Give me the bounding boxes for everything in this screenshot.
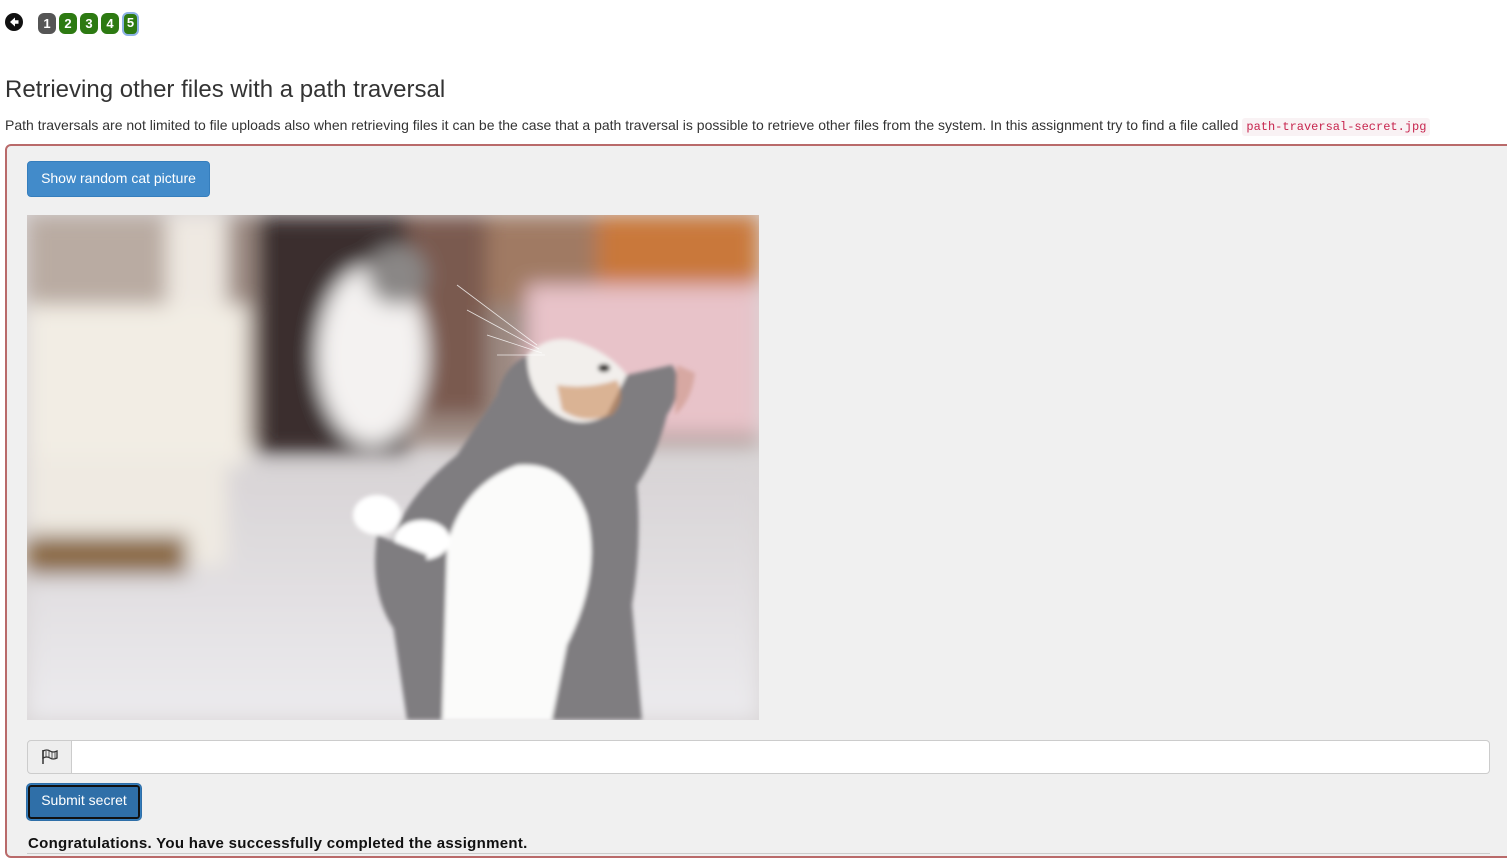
- secret-filename: path-traversal-secret.jpg: [1242, 118, 1431, 136]
- page-button-4[interactable]: 4: [101, 13, 119, 34]
- page-button-2[interactable]: 2: [59, 13, 77, 34]
- page-button-3[interactable]: 3: [80, 13, 98, 34]
- lesson-description: Path traversals are not limited to file …: [5, 117, 1431, 136]
- assignment-panel: Show random cat picture Submit secret Co…: [5, 144, 1507, 858]
- secret-input-group: [27, 740, 1490, 774]
- flag-icon: [27, 740, 72, 774]
- secret-input[interactable]: [72, 740, 1490, 774]
- page-button-1[interactable]: 1: [38, 13, 56, 34]
- description-text: Path traversals are not limited to file …: [5, 117, 1239, 133]
- circle-arrow-left-icon[interactable]: [5, 13, 23, 31]
- divider: [27, 853, 1490, 854]
- submit-secret-button[interactable]: Submit secret: [27, 784, 141, 820]
- page-title: Retrieving other files with a path trave…: [5, 76, 446, 103]
- show-random-cat-button[interactable]: Show random cat picture: [27, 161, 210, 197]
- feedback-message: Congratulations. You have successfully c…: [28, 835, 528, 852]
- cat-photo: [27, 215, 759, 720]
- page-button-5[interactable]: 5: [122, 12, 139, 36]
- assignment-pager: 1 2 3 4 5: [38, 12, 139, 36]
